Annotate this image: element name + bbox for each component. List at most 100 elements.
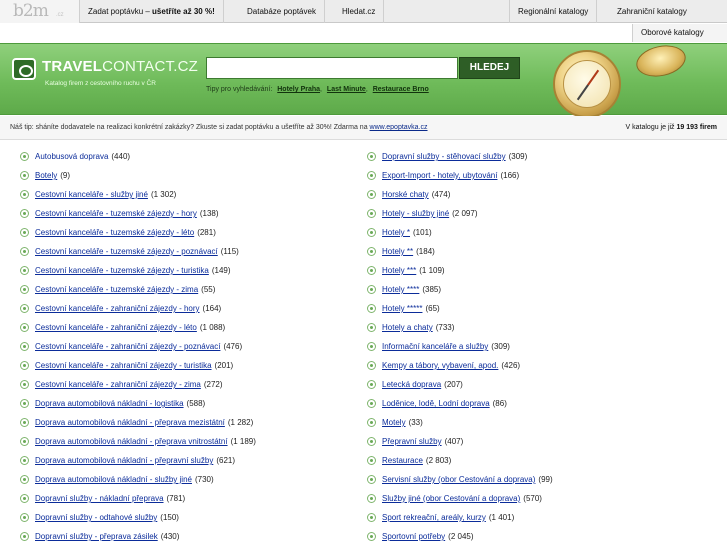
nav-zadat-bold: ušetříte až 30 %! <box>152 7 215 16</box>
category-item: Cestovní kanceláře - zahraniční zájezdy … <box>20 337 256 356</box>
category-link[interactable]: Hotely - služby jiné <box>382 204 449 223</box>
category-item: Motely (33) <box>367 413 553 432</box>
bullet-icon <box>367 171 376 180</box>
category-link[interactable]: Informační kanceláře a služby <box>382 337 488 356</box>
epoptavka-link[interactable]: www.epoptavka.cz <box>370 124 428 131</box>
category-link[interactable]: Cestovní kanceláře - zahraniční zájezdy … <box>35 299 200 318</box>
bullet-icon <box>20 247 29 256</box>
category-count: (2 097) <box>452 209 478 218</box>
category-item: Export-Import - hotely, ubytování (166) <box>367 166 553 185</box>
category-item: Autobusová doprava (440) <box>20 147 256 166</box>
category-link[interactable]: Cestovní kanceláře - tuzemské zájezdy - … <box>35 280 198 299</box>
nav-regionalni-katalogy[interactable]: Regionální katalogy <box>509 0 598 23</box>
category-count: (1 088) <box>199 323 226 332</box>
category-link[interactable]: Hotely ***** <box>382 299 422 318</box>
category-link[interactable]: Servisní služby (obor Cestování a doprav… <box>382 470 535 489</box>
category-count: (115) <box>220 247 239 256</box>
category-item: Přepravní služby (407) <box>367 432 553 451</box>
b2m-logo[interactable]: b2m .cz <box>0 0 80 23</box>
category-link[interactable]: Dopravní služby - nákladní přeprava <box>35 489 164 508</box>
category-link[interactable]: Hotely ** <box>382 242 413 261</box>
category-count: (1 189) <box>230 437 256 446</box>
category-link[interactable]: Doprava automobilová nákladní - přepravn… <box>35 451 213 470</box>
category-list-left: Autobusová doprava (440) Botely (9) Cestovní… <box>20 147 256 545</box>
category-count: (730) <box>194 475 214 484</box>
bullet-icon <box>367 532 376 541</box>
category-item: Dopravní služby - nákladní přeprava (781) <box>20 489 256 508</box>
category-link[interactable]: Cestovní kanceláře - tuzemské zájezdy - … <box>35 242 218 261</box>
nav-zahranicni-katalogy[interactable]: Zahraniční katalogy <box>609 0 695 23</box>
category-link[interactable]: Dopravní služby - stěhovací služby <box>382 147 506 166</box>
category-count: (588) <box>186 399 206 408</box>
catalog-count-value: 19 193 firem <box>676 124 717 131</box>
category-link[interactable]: Cestovní kanceláře - tuzemské zájezdy - … <box>35 261 209 280</box>
category-link[interactable]: Kempy a tábory, vybavení, apod. <box>382 356 498 375</box>
category-link[interactable]: Cestovní kanceláře - zahraniční zájezdy … <box>35 375 201 394</box>
category-link[interactable]: Doprava automobilová nákladní - přeprava… <box>35 413 225 432</box>
search-input[interactable] <box>206 57 458 79</box>
category-link[interactable]: Dopravní služby - přeprava zásilek <box>35 527 158 545</box>
category-item: Cestovní kanceláře - tuzemské zájezdy - … <box>20 223 256 242</box>
bullet-icon <box>367 323 376 332</box>
category-link[interactable]: Sport rekreační, areály, kurzy <box>382 508 486 527</box>
bullet-icon <box>20 323 29 332</box>
tip-link-last-minute[interactable]: Last Minute <box>327 86 366 93</box>
category-item: Hotely *** (1 109) <box>367 261 553 280</box>
category-link[interactable]: Motely <box>382 413 406 432</box>
category-link[interactable]: Služby jiné (obor Cestování a doprava) <box>382 489 520 508</box>
category-link[interactable]: Loděnice, lodě, Lodní doprava <box>382 394 490 413</box>
tip-link-restaurace-brno[interactable]: Restaurace Brno <box>373 86 429 93</box>
category-link[interactable]: Horské chaty <box>382 185 429 204</box>
category-link[interactable]: Doprava automobilová nákladní - služby j… <box>35 470 192 489</box>
nav-databaze-poptavek[interactable]: Databáze poptávek <box>239 0 325 23</box>
category-link[interactable]: Autobusová doprava <box>35 147 108 166</box>
category-link[interactable]: Hotely **** <box>382 280 419 299</box>
category-link[interactable]: Cestovní kanceláře - tuzemské zájezdy - … <box>35 223 194 242</box>
category-link[interactable]: Cestovní kanceláře - zahraniční zájezdy … <box>35 337 220 356</box>
search-button[interactable]: HLEDEJ <box>459 57 520 79</box>
bullet-icon <box>20 171 29 180</box>
nav-hledat[interactable]: Hledat.cz <box>334 0 385 23</box>
compass-needle <box>576 69 600 101</box>
category-link[interactable]: Cestovní kanceláře - tuzemské zájezdy - … <box>35 204 197 223</box>
bullet-icon <box>367 418 376 427</box>
category-link[interactable]: Export-Import - hotely, ubytování <box>382 166 497 185</box>
logo-suffix: .cz <box>56 12 64 18</box>
category-item: Informační kanceláře a služby (309) <box>367 337 553 356</box>
nav-zadat-label: Zadat poptávku – <box>88 7 153 16</box>
category-count: (733) <box>435 323 455 332</box>
bullet-icon <box>367 190 376 199</box>
bullet-icon <box>367 399 376 408</box>
category-item: Kempy a tábory, vybavení, apod. (426) <box>367 356 553 375</box>
category-link[interactable]: Přepravní služby <box>382 432 442 451</box>
category-link[interactable]: Botely <box>35 166 57 185</box>
category-link[interactable]: Cestovní kanceláře - zahraniční zájezdy … <box>35 318 197 337</box>
category-count: (570) <box>523 494 542 503</box>
category-link[interactable]: Doprava automobilová nákladní - přeprava… <box>35 432 228 451</box>
category-count: (272) <box>203 380 223 389</box>
category-count: (166) <box>500 171 520 180</box>
category-link[interactable]: Doprava automobilová nákladní - logistik… <box>35 394 184 413</box>
bullet-icon <box>20 266 29 275</box>
category-link[interactable]: Dopravní služby - odtahové služby <box>35 508 157 527</box>
bullet-icon <box>367 342 376 351</box>
category-link[interactable]: Hotely *** <box>382 261 416 280</box>
tip-link-hotely-praha[interactable]: Hotely Praha <box>277 86 320 93</box>
nav-zadat-poptavku[interactable]: Zadat poptávku – ušetříte až 30 %! <box>80 0 224 23</box>
category-link[interactable]: Sportovní potřeby <box>382 527 445 545</box>
category-link[interactable]: Letecká doprava <box>382 375 441 394</box>
category-count: (621) <box>216 456 236 465</box>
bullet-icon <box>20 209 29 218</box>
category-link[interactable]: Cestovní kanceláře - zahraniční zájezdy … <box>35 356 212 375</box>
category-item: Cestovní kanceláře - služby jiné (1 302) <box>20 185 256 204</box>
bullet-icon <box>367 266 376 275</box>
category-link[interactable]: Hotely * <box>382 223 410 242</box>
category-count: (309) <box>508 152 528 161</box>
category-link[interactable]: Restaurace <box>382 451 423 470</box>
category-item: Cestovní kanceláře - tuzemské zájezdy - … <box>20 280 256 299</box>
category-item: Sport rekreační, areály, kurzy (1 401) <box>367 508 553 527</box>
category-link[interactable]: Hotely a chaty <box>382 318 433 337</box>
nav-oborove-katalogy[interactable]: Oborové katalogy <box>632 24 727 42</box>
category-item: Cestovní kanceláře - zahraniční zájezdy … <box>20 356 256 375</box>
category-link[interactable]: Cestovní kanceláře - služby jiné <box>35 185 148 204</box>
